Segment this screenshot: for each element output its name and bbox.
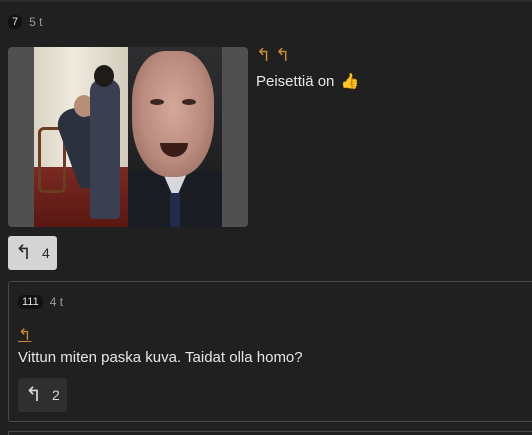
- image-panel-right: [128, 47, 222, 227]
- reply-arrow-icon: ↰: [25, 384, 42, 406]
- reply-text: Vittun miten paska kuva. Taidat olla hom…: [18, 349, 303, 366]
- reply-backlinks: ↰ ↰: [256, 46, 290, 64]
- post-id-badge[interactable]: 7: [8, 15, 23, 29]
- reply-count: 4: [41, 245, 50, 261]
- thread-page: 7 5 t ↰ ↰ Peisettiä on 👍 ↰ 4 111 4 t ↰ V…: [0, 0, 532, 435]
- next-reply-container: [8, 431, 532, 435]
- image-panel-left: [34, 47, 134, 227]
- reply-arrow-icon: ↰: [15, 242, 32, 264]
- post-image[interactable]: [8, 47, 248, 227]
- reply-count-button[interactable]: ↰ 2: [18, 378, 67, 412]
- reply-count-button[interactable]: ↰ 4: [8, 236, 57, 270]
- quote-link-icon[interactable]: ↰: [18, 325, 31, 345]
- post-timestamp: 5 t: [29, 15, 43, 29]
- thumbs-up-icon: 👍: [340, 73, 360, 90]
- backlink-icon[interactable]: ↰: [275, 46, 290, 64]
- divider: [0, 0, 532, 2]
- post-text: Peisettiä on: [256, 73, 335, 90]
- backlink-icon[interactable]: ↰: [256, 46, 271, 64]
- post-header: 7 5 t: [8, 15, 42, 29]
- reply-count: 2: [51, 387, 60, 403]
- reply-timestamp: 4 t: [49, 295, 64, 309]
- post-body: Peisettiä on 👍: [256, 72, 359, 90]
- reply-id-badge[interactable]: 111: [18, 295, 43, 309]
- reply-header: 111 4 t: [18, 295, 63, 309]
